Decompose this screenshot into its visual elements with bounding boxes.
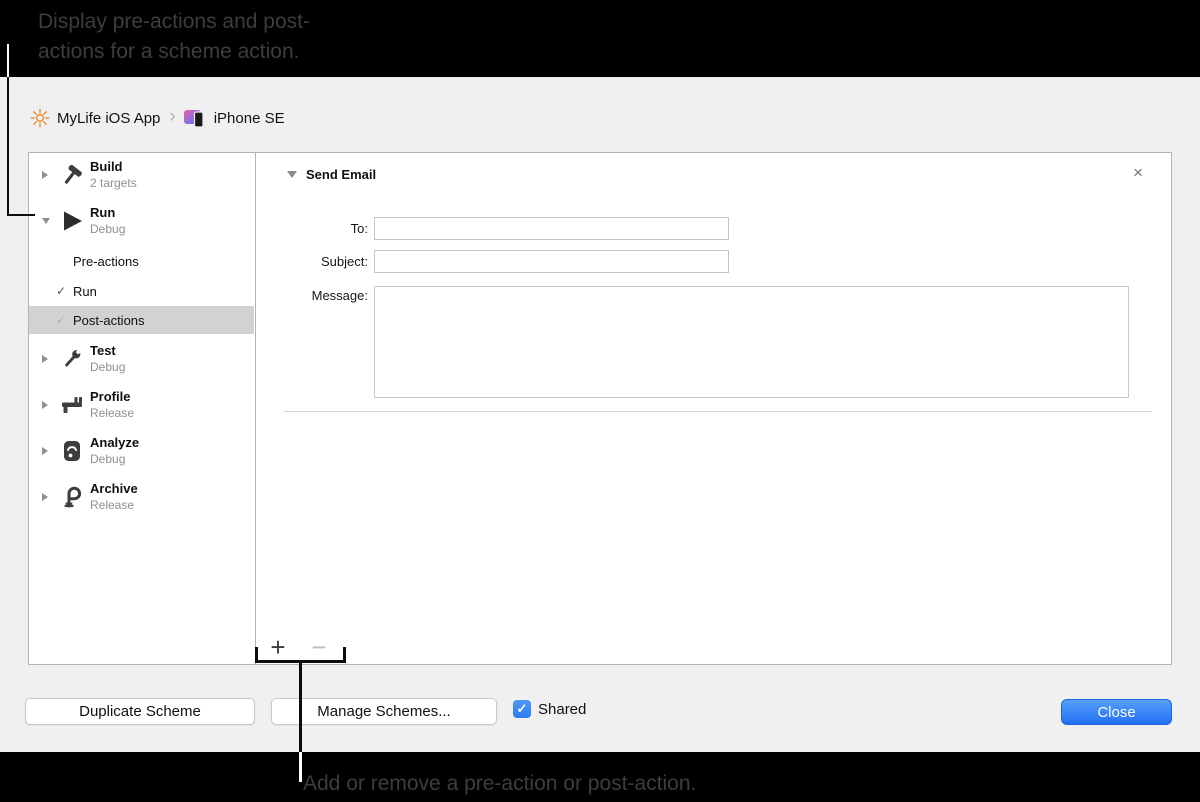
sidebar-item-build[interactable]: Build 2 targets (29, 153, 254, 197)
sidebar-item-label: Analyze (90, 434, 140, 450)
sidebar-item-run-child[interactable]: ✓ Run (29, 277, 254, 305)
callout-line-top-vertical (7, 77, 9, 216)
iphone-destination-icon (183, 108, 207, 128)
sidebar-item-label: Archive (90, 480, 138, 496)
disclosure-collapsed-icon[interactable] (42, 401, 56, 409)
analyze-gauge-icon (58, 438, 85, 465)
breadcrumb-destination-name[interactable]: iPhone SE (214, 110, 285, 127)
subject-label: Subject: (321, 254, 368, 269)
checkmark-icon: ✓ (56, 313, 67, 327)
callout-line-bottom-black (299, 663, 302, 752)
callout-bracket-right (343, 647, 346, 663)
callout-top-line2: actions for a scheme action. (38, 40, 300, 63)
scheme-icon (30, 108, 50, 128)
sidebar-item-sublabel: Debug (90, 451, 126, 466)
subject-row: Subject: (256, 250, 729, 273)
action-detail-area: Send Email × To: Subject: Message: + − (256, 153, 1171, 664)
remove-action-close-icon[interactable]: × (1133, 163, 1143, 183)
sidebar-subitem-label: Pre-actions (73, 253, 139, 269)
to-input[interactable] (374, 217, 729, 240)
section-divider (284, 411, 1152, 412)
shared-checkbox-group[interactable]: ✓ Shared (513, 700, 586, 718)
disclosure-expanded-icon[interactable] (287, 171, 297, 178)
sidebar-item-label: Build (90, 158, 123, 174)
callout-bottom-text: Add or remove a pre-action or post-actio… (303, 772, 697, 795)
action-title: Send Email (306, 167, 377, 182)
scheme-actions-sidebar: Build 2 targets Run Debug Pre-actions ✓ … (29, 153, 256, 664)
sidebar-item-sublabel: 2 targets (90, 175, 137, 190)
shared-checkbox-label: Shared (538, 700, 587, 718)
breadcrumb: MyLife iOS App › iPhone SE (30, 106, 285, 130)
to-label: To: (350, 221, 368, 236)
callout-top-line1: Display pre-actions and post- (38, 10, 310, 33)
sidebar-subitem-label: Run (73, 283, 97, 299)
manage-schemes-button[interactable]: Manage Schemes... (271, 698, 497, 725)
checkmark-icon: ✓ (516, 701, 528, 716)
calipers-icon (58, 392, 85, 419)
close-button[interactable]: Close (1061, 699, 1172, 725)
disclosure-collapsed-icon[interactable] (42, 493, 56, 501)
sidebar-item-pre-actions[interactable]: Pre-actions (29, 247, 254, 275)
hammer-icon (58, 162, 85, 189)
disclosure-collapsed-icon[interactable] (42, 447, 56, 455)
wrench-icon (58, 346, 85, 373)
breadcrumb-scheme-name[interactable]: MyLife iOS App (57, 110, 160, 127)
send-email-header: Send Email (287, 167, 376, 182)
sidebar-item-label: Test (90, 342, 116, 358)
disclosure-collapsed-icon[interactable] (42, 171, 56, 179)
message-label: Message: (311, 288, 368, 303)
callout-line-top-horizontal (7, 214, 35, 216)
checkmark-icon: ✓ (56, 284, 67, 298)
disclosure-expanded-icon[interactable] (42, 218, 56, 224)
callout-top-text: Display pre-actions and post-actions for… (38, 7, 310, 67)
sidebar-item-sublabel: Release (90, 497, 135, 512)
callout-line-bottom-white (299, 752, 302, 782)
shared-checkbox[interactable]: ✓ (513, 700, 531, 718)
screenshot-root: Display pre-actions and post-actions for… (0, 0, 1200, 802)
sidebar-item-archive[interactable]: Archive Release (29, 475, 254, 519)
sidebar-item-sublabel: Debug (90, 359, 126, 374)
duplicate-scheme-button[interactable]: Duplicate Scheme (25, 698, 255, 725)
sidebar-subitem-label: Post-actions (73, 312, 145, 328)
sidebar-item-analyze[interactable]: Analyze Debug (29, 429, 254, 473)
archive-icon (58, 484, 85, 511)
to-row: To: (256, 217, 729, 240)
add-action-button[interactable]: + (266, 634, 290, 660)
subject-input[interactable] (374, 250, 729, 273)
add-remove-controls: + − (266, 634, 331, 660)
disclosure-collapsed-icon[interactable] (42, 355, 56, 363)
sidebar-item-profile[interactable]: Profile Release (29, 383, 254, 427)
callout-line-top-white (7, 44, 9, 77)
sidebar-item-sublabel: Release (90, 405, 135, 420)
sidebar-item-run[interactable]: Run Debug (29, 199, 254, 243)
scheme-editor-sheet: MyLife iOS App › iPhone SE Build 2 targe… (0, 77, 1200, 752)
sidebar-item-post-actions[interactable]: ✓ Post-actions (29, 306, 254, 334)
remove-action-button[interactable]: − (307, 634, 331, 660)
sidebar-item-label: Profile (90, 388, 131, 404)
sidebar-item-sublabel: Debug (90, 221, 126, 236)
message-textarea[interactable] (374, 286, 1129, 398)
scheme-editor-panel: Build 2 targets Run Debug Pre-actions ✓ … (28, 152, 1172, 665)
play-icon (58, 208, 85, 235)
sidebar-item-test[interactable]: Test Debug (29, 337, 254, 381)
breadcrumb-chevron-icon: › (169, 106, 176, 127)
sidebar-item-label: Run (90, 204, 116, 220)
